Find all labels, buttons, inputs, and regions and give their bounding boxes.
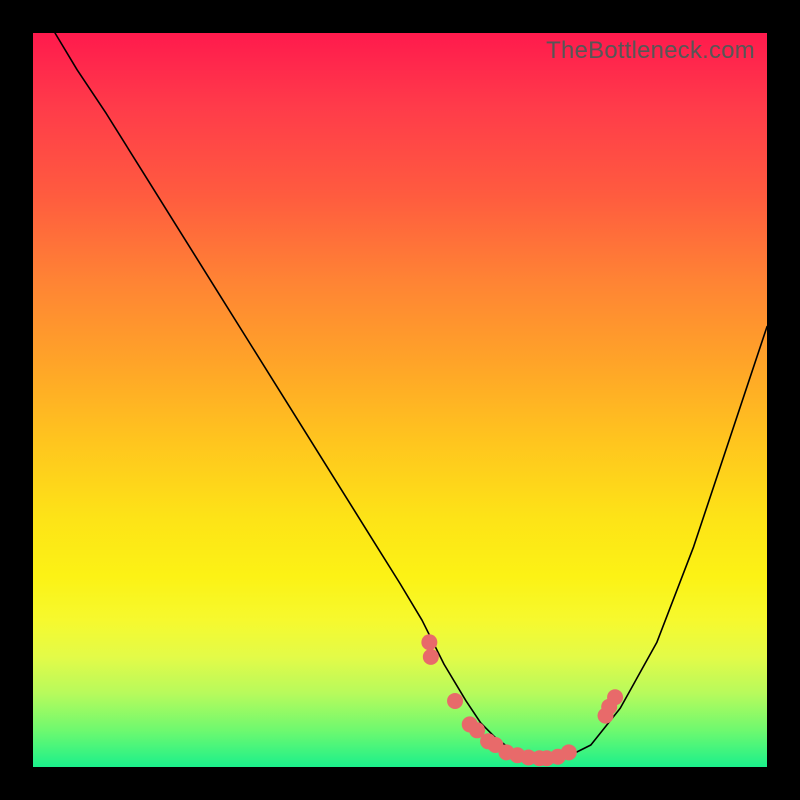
scatter-dot [421, 634, 437, 650]
chart-frame: TheBottleneck.com [0, 0, 800, 800]
scatter-dots [421, 634, 623, 766]
curve-line [55, 33, 767, 760]
plot-area: TheBottleneck.com [33, 33, 767, 767]
scatter-dot [561, 744, 577, 760]
chart-svg [33, 33, 767, 767]
scatter-dot [423, 649, 439, 665]
scatter-dot [447, 693, 463, 709]
scatter-dot [607, 689, 623, 705]
